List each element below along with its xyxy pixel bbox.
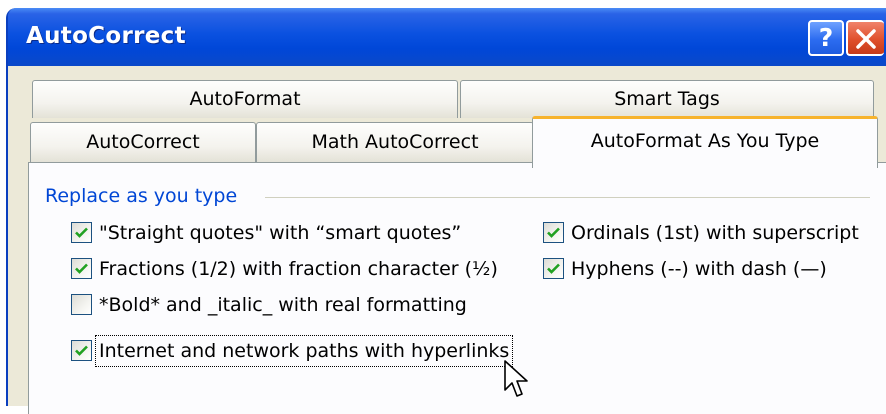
option-label: Ordinals (1st) with superscript [571,222,859,244]
checkbox-hyphens[interactable] [543,258,564,279]
help-button[interactable]: ? [808,20,844,56]
checkbox-ordinals[interactable] [543,222,564,243]
title-bar[interactable]: AutoCorrect ? [8,8,886,66]
checkmark-icon [75,227,88,238]
window-title: AutoCorrect [26,23,186,49]
option-label: Fractions (1/2) with fraction character … [99,258,498,280]
tab-smart-tags[interactable]: Smart Tags [460,80,874,118]
mouse-pointer-icon [504,360,528,397]
tab-math-autocorrect[interactable]: Math AutoCorrect [256,122,534,162]
checkbox-fractions[interactable] [71,258,92,279]
close-icon [856,29,876,49]
close-button[interactable] [846,20,884,56]
checkmark-icon [75,263,88,274]
checkbox-hyperlinks[interactable] [71,340,92,361]
autocorrect-dialog: AutoCorrect ? AutoFormat Smart Tags Auto… [6,8,886,414]
tab-autoformat[interactable]: AutoFormat [32,80,458,118]
tab-autocorrect[interactable]: AutoCorrect [30,122,256,162]
checkbox-bold-italic[interactable] [71,294,92,315]
checkmark-icon [547,263,560,274]
checkmark-icon [75,345,88,356]
checkmark-icon [547,227,560,238]
option-label: *Bold* and _italic_ with real formatting [99,294,467,316]
tab-panel: Replace as you type "Straight quotes" wi… [28,162,886,414]
option-label: "Straight quotes" with “smart quotes” [99,222,462,244]
checkbox-smart-quotes[interactable] [71,222,92,243]
group-label: Replace as you type [45,185,238,207]
option-label: Internet and network paths with hyperlin… [94,335,514,367]
tab-autoformat-as-you-type[interactable]: AutoFormat As You Type [532,116,878,168]
group-divider [265,197,870,198]
option-label: Hyphens (--) with dash (—) [571,258,827,280]
